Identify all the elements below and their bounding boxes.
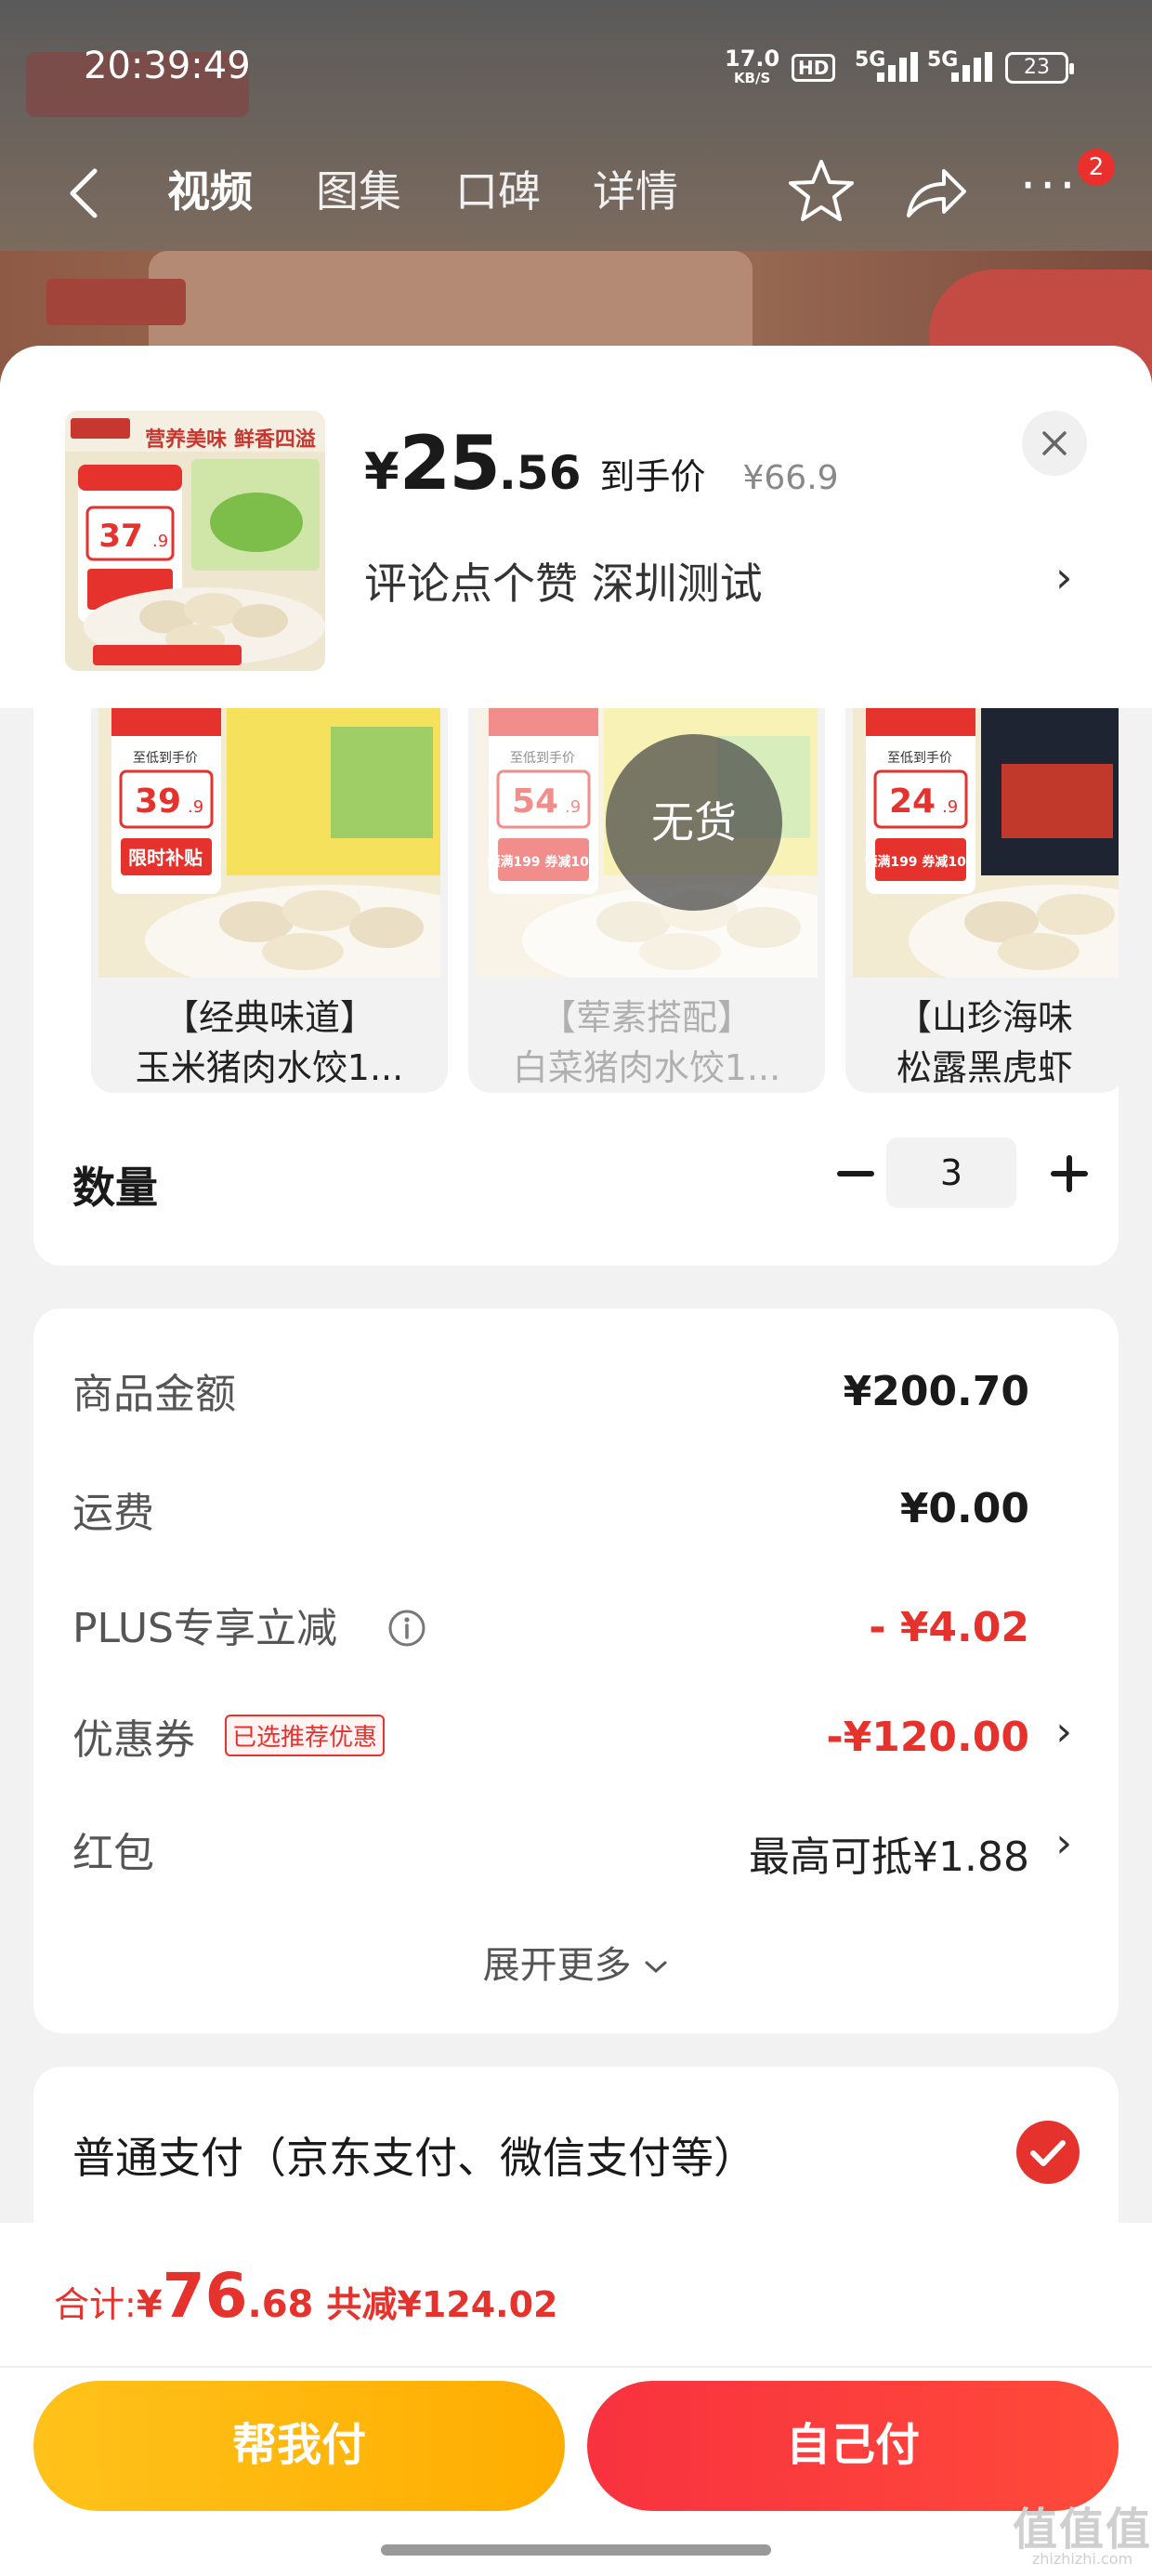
pay-myself-button[interactable]: 自己付 [587, 2381, 1119, 2511]
product-top-nav: 视频 图集 口碑 详情 ··· 2 [0, 149, 1152, 232]
shipping-label: 运费 [72, 1490, 154, 1537]
price-currency: ¥ [364, 442, 399, 501]
red-packet-label: 红包 [72, 1830, 154, 1877]
product-thumbnail[interactable]: 营养美味 鲜香四溢 37 .9 [65, 411, 325, 671]
thumb-title: 营养美味 鲜香四溢 [145, 427, 316, 452]
favorite-star-icon[interactable] [786, 156, 857, 227]
product-thumbnail-image: 营养美味 鲜香四溢 37 .9 [65, 411, 325, 671]
thumb-price: 37 [98, 518, 142, 555]
price-integer: 25 [399, 420, 501, 506]
watermark: 值值值 zhizhizhi.com [1013, 2507, 1152, 2567]
selected-spec[interactable]: 评论点个赞 深圳测试 [364, 550, 763, 611]
tab-video[interactable]: 视频 [167, 158, 253, 219]
hd-voice-badge: HD [792, 54, 836, 82]
goods-amount-value: ¥200.70 [843, 1368, 1029, 1415]
quantity-label: 数量 [72, 1163, 158, 1213]
variant-description: 玉米猪肉水饺1... [135, 1047, 404, 1088]
variant-option-out-of-stock[interactable]: 54 .9 至低到手价 领满199 券减100 无货 【荤素搭配】 白菜猪肉水饺… [468, 708, 825, 1093]
quantity-decrease-button[interactable] [823, 1141, 888, 1206]
total-decimal: .68 [247, 2283, 314, 2326]
divider [0, 2366, 1152, 2368]
plus-discount-value: - ¥4.02 [869, 1604, 1029, 1651]
payment-method-label: 普通支付（京东支付、微信支付等） [72, 2133, 756, 2183]
total-saving: 共减¥124.02 [326, 2284, 558, 2325]
variant-name: 【荤素搭配】 [540, 997, 753, 1038]
close-button[interactable] [1022, 411, 1087, 476]
tab-details[interactable]: 详情 [593, 158, 678, 219]
status-bar: 20:39:49 17.0 KB/S HD 5G 5G 23 [0, 0, 1152, 130]
network-speed: 17.0 KB/S [725, 46, 780, 87]
variant-image: 39 .9 至低到手价 限时补贴 [98, 708, 440, 978]
red-packet-value[interactable]: 最高可抵¥1.88 [749, 1823, 1029, 1883]
status-time: 20:39:49 [84, 45, 251, 87]
variant-image: 54 .9 至低到手价 领满199 券减100 无货 [476, 708, 818, 978]
variant-and-quantity-card: 39 .9 至低到手价 限时补贴 【经典味道】 玉米猪肉水饺1... 54 .9… [33, 708, 1119, 1266]
goods-amount-label: 商品金额 [72, 1371, 236, 1418]
price-breakdown-card: 商品金额 ¥200.70 运费 ¥0.00 PLUS专享立减 - ¥4.02 优… [33, 1308, 1119, 2033]
watermark-url: zhizhizhi.com [1031, 2550, 1133, 2568]
watermark-logo: 值值值 [1013, 2504, 1152, 2556]
close-icon [1042, 431, 1067, 455]
network-speed-unit: KB/S [733, 70, 771, 86]
background-product-page: 20:39:49 17.0 KB/S HD 5G 5G 23 视频 图集 口碑 … [0, 0, 1152, 390]
battery-icon: 23 [1005, 52, 1074, 84]
chevron-down-icon [645, 1961, 667, 1974]
variant-description: 松露黑虎虾 [896, 1047, 1073, 1088]
signal-bars-2-icon [951, 52, 996, 82]
shipping-value: ¥0.00 [899, 1485, 1029, 1532]
coupon-value[interactable]: -¥120.00 [826, 1714, 1029, 1761]
variant-badge-label: 至低到手价 [887, 751, 952, 766]
variant-name: 【经典味道】 [163, 997, 375, 1038]
quantity-increase-button[interactable] [1037, 1141, 1102, 1206]
price-row: ¥ 25 .56 到手价 ¥66.9 [364, 420, 839, 506]
thumb-price-decimal: .9 [152, 532, 168, 551]
chevron-right-icon[interactable]: › [1055, 1820, 1072, 1867]
variant-sub-label: 领满199 券减100 [864, 854, 975, 870]
coupon-label: 优惠券 [72, 1716, 195, 1764]
checkout-footer: 合计: ¥ 76 .68 共减¥124.02 帮我付 自己付 值值值 zhizh… [0, 2223, 1152, 2576]
original-price: ¥66.9 [742, 459, 839, 497]
variant-price-decimal: .9 [942, 797, 958, 817]
variant-description: 白菜猪肉水饺1... [512, 1047, 781, 1088]
home-indicator[interactable] [381, 2544, 771, 2556]
help-me-pay-button[interactable]: 帮我付 [33, 2381, 565, 2511]
tab-gallery[interactable]: 图集 [316, 158, 401, 219]
total-currency: ¥ [136, 2283, 163, 2326]
expand-more-button[interactable]: 展开更多 [33, 1935, 1119, 1989]
product-summary: 营养美味 鲜香四溢 37 .9 ¥ 25 .56 到手价 ¥66.9 评论点个赞… [0, 346, 1152, 708]
variant-badge-label: 至低到手价 [133, 751, 198, 766]
checkmark-selected-icon[interactable] [1015, 2119, 1081, 2186]
signal-bars-1-icon [877, 52, 922, 82]
expand-more-label: 展开更多 [482, 1944, 632, 1987]
share-icon[interactable] [903, 162, 968, 223]
price-decimal: .56 [498, 446, 582, 500]
total-label: 合计: [54, 2284, 137, 2325]
price-tag-label: 到手价 [599, 456, 706, 497]
tab-reviews[interactable]: 口碑 [455, 158, 541, 219]
coupon-recommended-tag: 已选推荐优惠 [225, 1715, 386, 1756]
total-row: 合计: ¥ 76 .68 共减¥124.02 [54, 2260, 557, 2332]
quantity-input[interactable]: 3 [886, 1137, 1016, 1208]
variant-option[interactable]: 39 .9 至低到手价 限时补贴 【经典味道】 玉米猪肉水饺1... [91, 708, 448, 1093]
plus-discount-label: PLUS专享立减 [72, 1605, 337, 1652]
variant-name: 【山珍海味 [896, 997, 1073, 1038]
chevron-right-icon[interactable]: › [1055, 1708, 1072, 1755]
back-arrow-icon[interactable] [63, 165, 104, 221]
variant-option[interactable]: 24 .9 至低到手价 领满199 券减100 【山珍海味 松露黑虎虾 [845, 708, 1119, 1093]
out-of-stock-badge: 无货 [606, 734, 782, 911]
more-options-icon[interactable]: ··· [1020, 161, 1080, 211]
notification-badge: 2 [1078, 149, 1115, 186]
total-integer: 76 [162, 2260, 248, 2332]
chevron-right-icon[interactable]: › [1055, 552, 1072, 602]
variant-price: 39 [135, 782, 181, 821]
variant-price-decimal: .9 [188, 797, 203, 817]
variant-sub-label: 限时补贴 [128, 847, 203, 869]
info-icon[interactable] [386, 1608, 427, 1649]
variant-image: 24 .9 至低到手价 领满199 券减100 [853, 708, 1119, 978]
background-brand-badge [46, 279, 186, 325]
network-speed-value: 17.0 [725, 46, 780, 72]
variant-price: 24 [889, 782, 936, 821]
